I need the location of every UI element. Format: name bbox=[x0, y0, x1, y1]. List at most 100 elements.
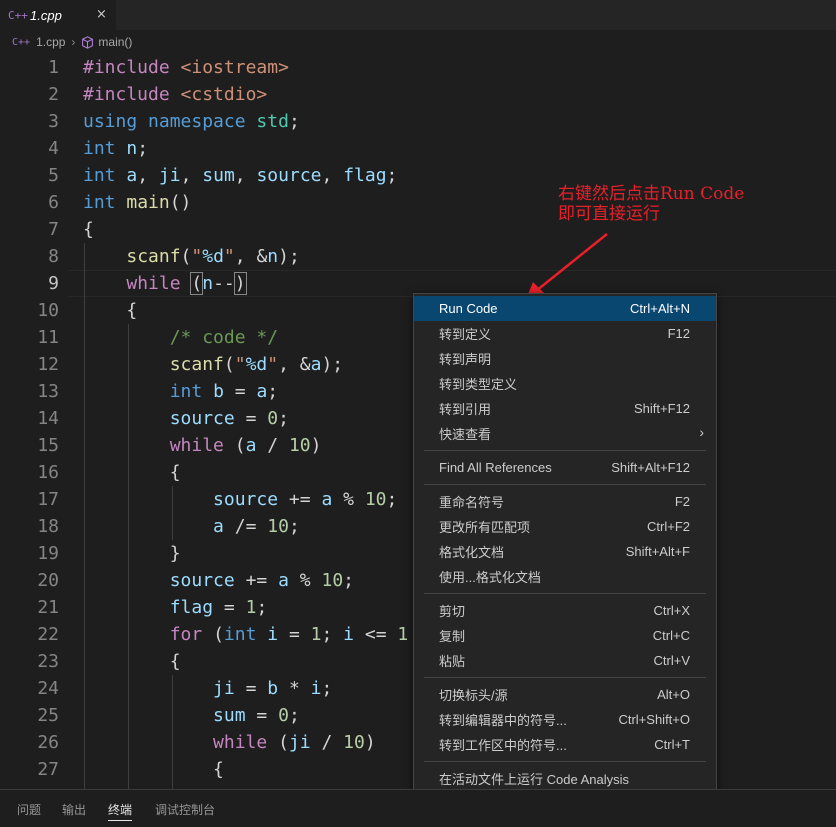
menu-item-shortcut: Shift+F12 bbox=[633, 401, 690, 416]
line-number: 18 bbox=[37, 516, 59, 537]
line-number: 9 bbox=[48, 273, 59, 294]
context-menu: Run Code Ctrl+Alt+N 转到定义 F12 转到声明转到类型定义 转到引用 S… bbox=[413, 293, 717, 827]
menu-item[interactable]: 转到引用 Shift+F12 bbox=[414, 396, 716, 421]
annotation-line: 右键然后点击Run Code bbox=[558, 184, 745, 204]
menu-item[interactable]: 复制 Ctrl+C bbox=[414, 623, 716, 648]
code-line: #include <iostream> bbox=[83, 57, 289, 78]
menu-item[interactable]: 转到声明 bbox=[414, 346, 716, 371]
menu-item-shortcut: F12 bbox=[667, 326, 690, 341]
menu-item-label: 转到编辑器中的符号... bbox=[439, 713, 567, 728]
line-number: 20 bbox=[37, 570, 59, 591]
code-line: #include <cstdio> bbox=[83, 84, 268, 105]
code-line: using namespace std; bbox=[83, 111, 300, 132]
line-number: 23 bbox=[37, 651, 59, 672]
menu-item[interactable]: 格式化文档 Shift+Alt+F bbox=[414, 539, 716, 564]
menu-item-shortcut: Ctrl+T bbox=[654, 737, 690, 752]
menu-item-label: 转到定义 bbox=[439, 327, 492, 342]
line-number: 4 bbox=[48, 138, 59, 159]
line-number: 17 bbox=[37, 489, 59, 510]
tab-problems[interactable]: 问题 bbox=[17, 801, 41, 818]
menu-item[interactable]: 更改所有匹配项 Ctrl+F2 bbox=[414, 514, 716, 539]
code-line: int n; bbox=[83, 138, 149, 159]
menu-item-label: 使用...格式化文档 bbox=[439, 570, 541, 585]
menu-item[interactable]: 切换标头/源 Alt+O bbox=[414, 682, 716, 707]
line-number: 21 bbox=[37, 597, 59, 618]
cpp-file-icon: C++ bbox=[8, 8, 28, 22]
menu-item[interactable]: 剪切 Ctrl+X bbox=[414, 598, 716, 623]
menu-item-label: 切换标头/源 bbox=[439, 688, 508, 703]
line-number: 8 bbox=[48, 246, 59, 267]
menu-item-label: Find All References bbox=[439, 460, 552, 475]
menu-item[interactable]: 转到定义 F12 bbox=[414, 321, 716, 346]
tab-output[interactable]: 输出 bbox=[62, 801, 86, 818]
menu-item-label: 重命名符号 bbox=[439, 495, 505, 510]
menu-item-label: 转到声明 bbox=[439, 352, 492, 367]
line-number: 10 bbox=[37, 300, 59, 321]
line-number: 6 bbox=[48, 192, 59, 213]
line-number: 5 bbox=[48, 165, 59, 186]
tab-terminal[interactable]: 终端 bbox=[108, 801, 133, 821]
menu-item-shortcut: Ctrl+Shift+O bbox=[618, 712, 690, 727]
breadcrumb: C++ 1.cpp › main() bbox=[0, 30, 836, 54]
menu-item-label: 快速查看 bbox=[439, 427, 492, 442]
menu-item[interactable]: 快速查看 › bbox=[414, 421, 716, 446]
menu-item[interactable]: Find All References Shift+Alt+F12 bbox=[414, 455, 716, 480]
menu-item[interactable]: 粘贴 Ctrl+V bbox=[414, 648, 716, 673]
menu-item-label: 转到类型定义 bbox=[439, 377, 518, 392]
line-number: 25 bbox=[37, 705, 59, 726]
tab-1cpp[interactable]: C++ 1.cpp × bbox=[0, 0, 116, 30]
menu-item[interactable]: 转到编辑器中的符号... Ctrl+Shift+O bbox=[414, 707, 716, 732]
line-number: 12 bbox=[37, 354, 59, 375]
line-number: 16 bbox=[37, 462, 59, 483]
tab-label: 1.cpp bbox=[30, 7, 62, 23]
menu-item-shortcut: Ctrl+Alt+N bbox=[630, 301, 690, 316]
menu-item[interactable]: 转到类型定义 bbox=[414, 371, 716, 396]
menu-item[interactable]: 在活动文件上运行 Code Analysis bbox=[414, 766, 716, 791]
close-icon[interactable]: × bbox=[96, 7, 107, 22]
tab-debug-console[interactable]: 调试控制台 bbox=[155, 801, 215, 818]
menu-item-label: 粘贴 bbox=[439, 654, 466, 669]
menu-item-shortcut: Shift+Alt+F12 bbox=[611, 460, 690, 475]
menu-item-shortcut: Ctrl+C bbox=[652, 628, 690, 643]
cube-icon bbox=[82, 35, 94, 49]
line-number: 14 bbox=[37, 408, 59, 429]
menu-separator bbox=[424, 450, 706, 451]
line-number: 19 bbox=[37, 543, 59, 564]
line-number-gutter: 1 2 3 4 5 6 7 8 9 10 11 12 13 14 15 16 17 18 19 20 21 22 23 24 2… bbox=[0, 54, 68, 783]
menu-separator bbox=[424, 677, 706, 678]
line-number: 2 bbox=[48, 84, 59, 105]
code-line: scanf("%d", &n); bbox=[126, 246, 300, 267]
chevron-right-icon: › bbox=[71, 35, 76, 49]
line-number: 27 bbox=[37, 759, 59, 780]
menu-item-label: 转到引用 bbox=[439, 402, 492, 417]
chevron-right-icon: › bbox=[699, 424, 704, 440]
line-number: 26 bbox=[37, 732, 59, 753]
menu-item-shortcut: Alt+O bbox=[657, 687, 690, 702]
menu-item-shortcut: Ctrl+V bbox=[653, 653, 690, 668]
tab-bar: C++ 1.cpp × bbox=[0, 0, 836, 30]
line-number: 24 bbox=[37, 678, 59, 699]
menu-item-shortcut: F2 bbox=[674, 494, 690, 509]
menu-item[interactable]: 使用...格式化文档 bbox=[414, 564, 716, 589]
line-number: 15 bbox=[37, 435, 59, 456]
menu-item-label: Run Code bbox=[439, 301, 498, 316]
line-number: 3 bbox=[48, 111, 59, 132]
menu-item-label: 格式化文档 bbox=[439, 545, 505, 560]
cpp-file-icon: C++ bbox=[12, 36, 31, 48]
menu-item[interactable]: 重命名符号 F2 bbox=[414, 489, 716, 514]
menu-item-label: 复制 bbox=[439, 629, 466, 644]
line-number: 7 bbox=[48, 219, 59, 240]
menu-item[interactable]: 转到工作区中的符号... Ctrl+T bbox=[414, 732, 716, 757]
menu-item[interactable]: Run Code Ctrl+Alt+N bbox=[414, 296, 716, 321]
line-number: 22 bbox=[37, 624, 59, 645]
bottom-panel-tabs: 问题 输出 终端 调试控制台 bbox=[0, 789, 836, 827]
annotation-line: 即可直接运行 bbox=[558, 204, 660, 224]
menu-item-label: 转到工作区中的符号... bbox=[439, 738, 567, 753]
annotation-text: 右键然后点击Run Code 即可直接运行 bbox=[558, 184, 744, 224]
menu-item-label: 更改所有匹配项 bbox=[439, 520, 531, 535]
menu-item-shortcut: Ctrl+F2 bbox=[647, 519, 690, 534]
line-number: 13 bbox=[37, 381, 59, 402]
breadcrumb-file[interactable]: 1.cpp bbox=[36, 35, 65, 49]
breadcrumb-symbol[interactable]: main() bbox=[98, 35, 132, 49]
menu-item-label: 在活动文件上运行 Code Analysis bbox=[439, 772, 629, 787]
